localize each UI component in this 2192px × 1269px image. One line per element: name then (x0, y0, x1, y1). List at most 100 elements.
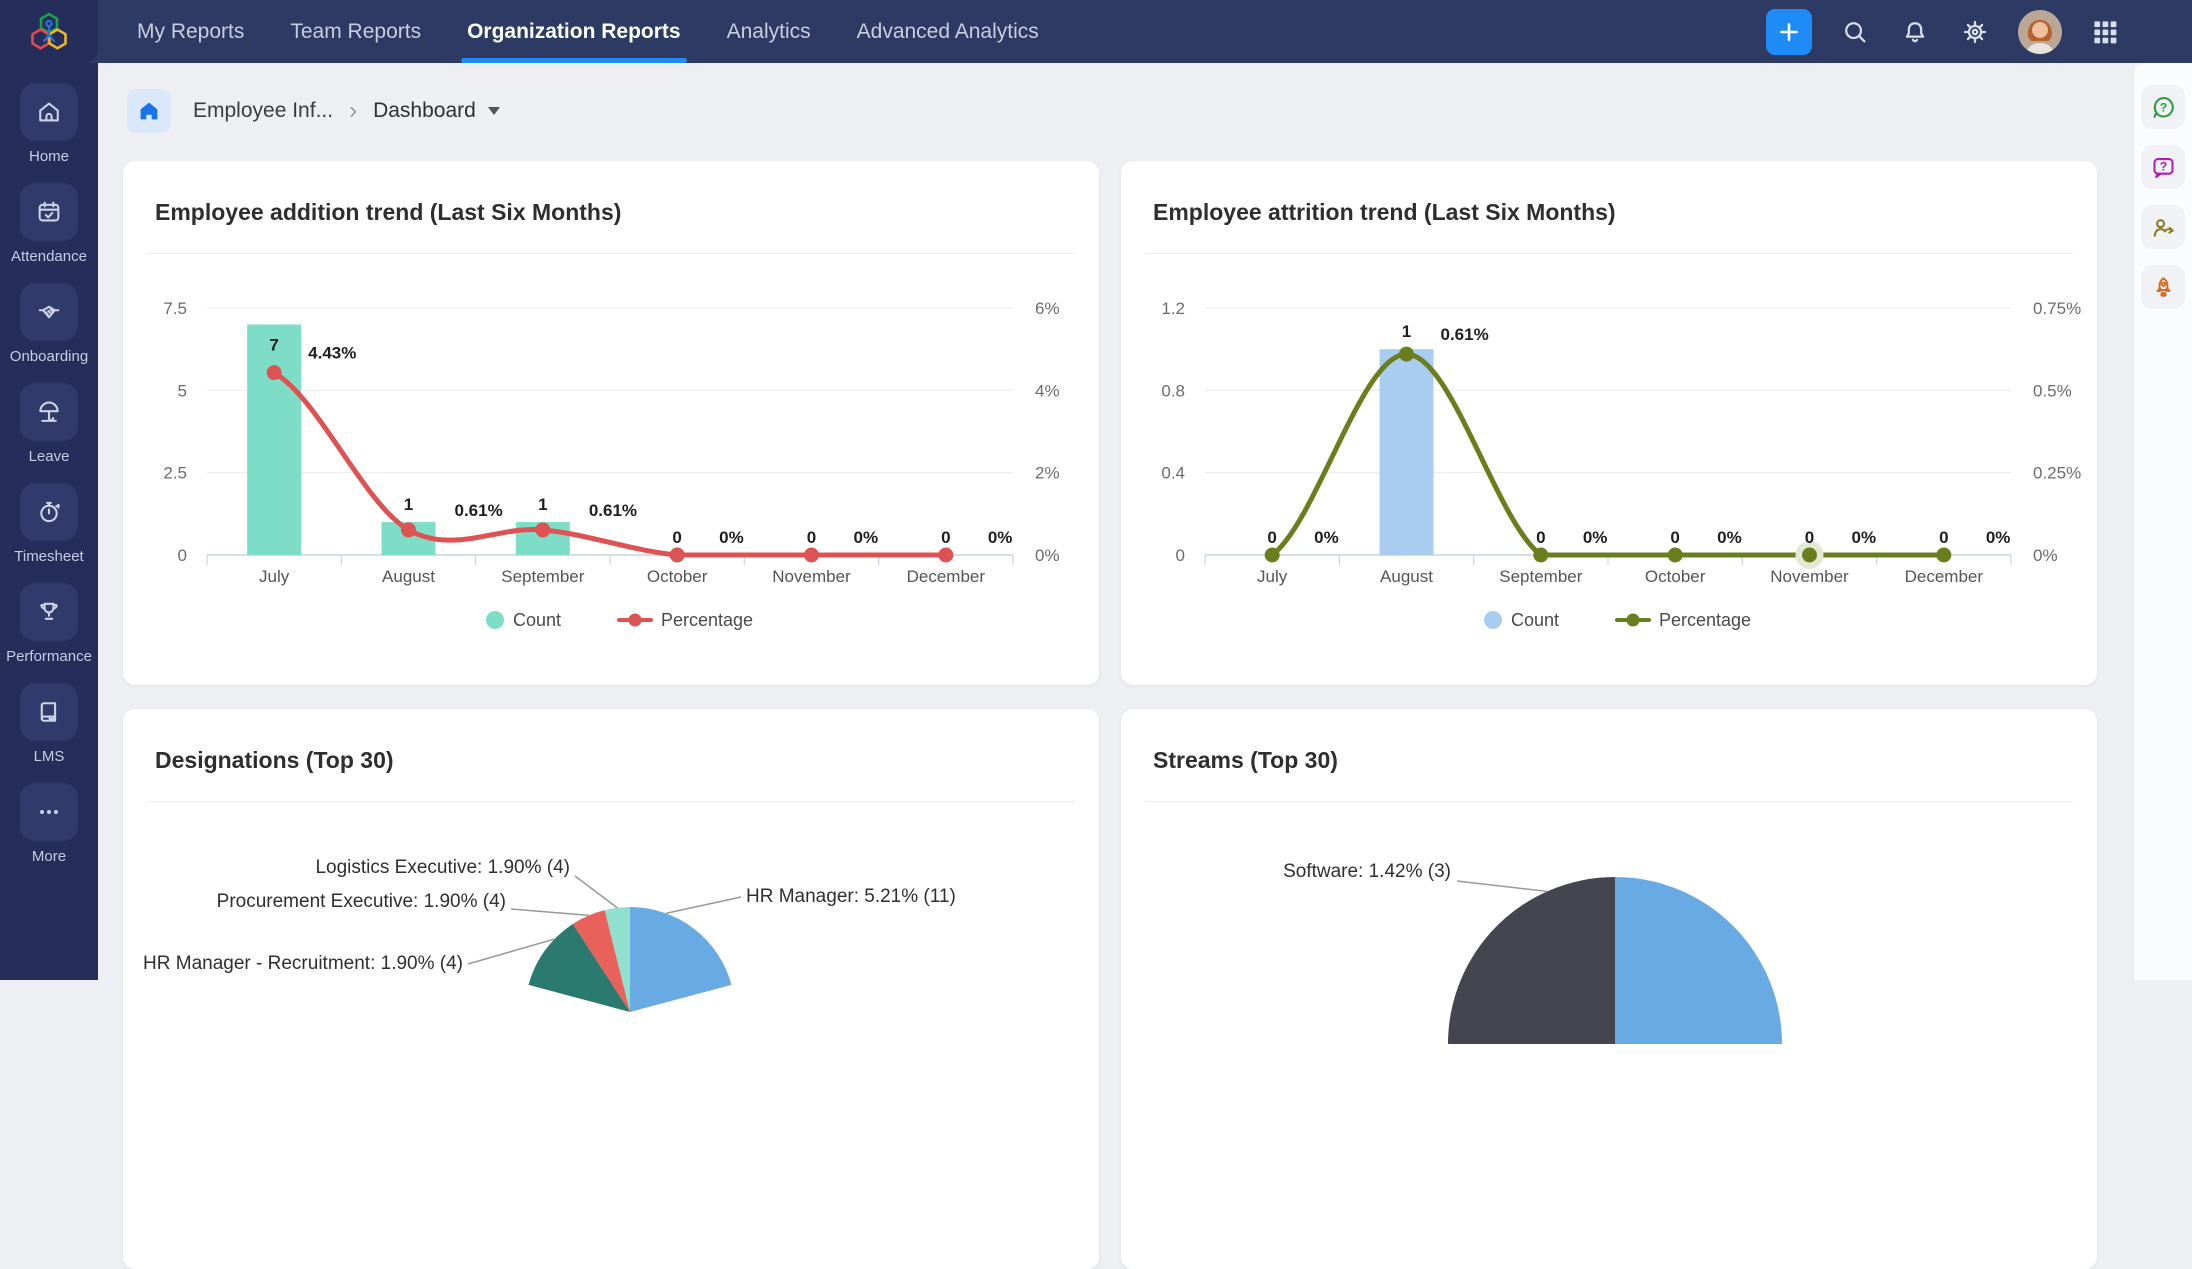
svg-text:HR Manager - Recruitment: 1.90: HR Manager - Recruitment: 1.90% (4) (143, 953, 463, 974)
svg-text:4.43%: 4.43% (308, 344, 356, 363)
point-october[interactable] (1668, 548, 1683, 563)
employee-attrition-trend-chart[interactable]: 00%0.40.25%0.80.5%1.20.75%JulyAugustSept… (1121, 161, 2097, 685)
sidebar-item-label: Leave (29, 448, 70, 465)
sidebar-item-timesheet[interactable]: Timesheet (14, 483, 83, 565)
svg-text:?: ? (2159, 100, 2167, 114)
employee-attrition-trend-card: Employee attrition trend (Last Six Month… (1121, 161, 2097, 685)
sidebar-item-attendance[interactable]: Attendance (11, 183, 87, 265)
svg-text:0: 0 (1536, 528, 1545, 547)
svg-text:0%: 0% (854, 528, 879, 547)
svg-text:0%: 0% (2033, 546, 2058, 565)
zoho-people-logo[interactable] (0, 0, 98, 63)
callout-line (511, 909, 589, 915)
point-july[interactable] (1265, 548, 1280, 563)
apps-menu-button[interactable] (2088, 15, 2122, 49)
search-button[interactable] (1838, 15, 1872, 49)
faq-button[interactable]: ? (2141, 145, 2185, 189)
svg-text:0.75%: 0.75% (2033, 299, 2081, 318)
point-september[interactable] (1533, 548, 1548, 563)
callout-line (1457, 881, 1547, 891)
tab-label: Team Reports (290, 20, 421, 44)
svg-text:November: November (772, 567, 851, 586)
svg-text:August: August (1380, 567, 1433, 586)
ellipsis-icon (35, 798, 63, 826)
help-chat-icon: ? (2150, 94, 2177, 121)
apps-grid-icon (2090, 17, 2120, 47)
referral-button[interactable] (2141, 205, 2185, 249)
svg-text:0%: 0% (719, 528, 744, 547)
tab-label: My Reports (137, 20, 244, 44)
card-title: Streams (Top 30) (1153, 747, 1338, 774)
legend-percentage[interactable]: Percentage (1617, 610, 1751, 630)
sidebar-item-performance[interactable]: Performance (6, 583, 92, 665)
legend-count[interactable]: Count (1484, 610, 1559, 630)
breadcrumb-module[interactable]: Employee Inf... (193, 99, 333, 123)
point-september[interactable] (535, 522, 550, 537)
streams-pie-chart[interactable]: Software: 1.42% (3) (1121, 709, 2097, 1269)
bar-august[interactable] (1380, 349, 1434, 555)
breadcrumb-page-dropdown[interactable]: Dashboard (373, 99, 500, 123)
sidebar-item-leave[interactable]: Leave (20, 383, 78, 465)
svg-text:0.4: 0.4 (1161, 464, 1185, 483)
breadcrumb-home-button[interactable] (127, 89, 171, 133)
notifications-button[interactable] (1898, 15, 1932, 49)
svg-text:Percentage: Percentage (661, 610, 753, 630)
referral-icon (2150, 214, 2177, 241)
point-july[interactable] (267, 365, 282, 380)
sidebar-item-lms[interactable]: LMS (20, 683, 78, 765)
svg-text:September: September (1499, 567, 1582, 586)
svg-text:?: ? (2159, 159, 2167, 173)
settings-button[interactable] (1958, 15, 1992, 49)
streams-card: Streams (Top 30) Software: 1.42% (3) (1121, 709, 2097, 1269)
designations-pie-chart[interactable]: HR Manager: 5.21% (11) Logistics Executiv… (123, 709, 1099, 1269)
svg-text:0.5%: 0.5% (2033, 381, 2072, 400)
point-august[interactable] (401, 522, 416, 537)
pie-slice-software[interactable] (1448, 877, 1615, 1044)
sidebar-tile (20, 583, 78, 641)
pie-slice-hr-manager[interactable] (630, 907, 731, 1012)
svg-text:0%: 0% (988, 528, 1013, 547)
svg-text:0%: 0% (1035, 546, 1060, 565)
svg-text:December: December (1905, 567, 1984, 586)
sidebar-item-label: Onboarding (10, 348, 88, 365)
tab-analytics[interactable]: Analytics (727, 0, 811, 63)
point-november[interactable] (1802, 548, 1817, 563)
whats-new-button[interactable] (2141, 265, 2185, 309)
point-october[interactable] (670, 548, 685, 563)
point-august[interactable] (1399, 347, 1414, 362)
active-tab-underline (461, 58, 687, 63)
sidebar-item-label: Home (29, 148, 69, 165)
sidebar-tile (20, 283, 78, 341)
bar-july[interactable] (247, 324, 301, 555)
profile-avatar[interactable] (2018, 10, 2062, 54)
tab-my-reports[interactable]: My Reports (137, 0, 244, 63)
legend-percentage[interactable]: Percentage (619, 610, 753, 630)
tab-team-reports[interactable]: Team Reports (290, 0, 421, 63)
point-december[interactable] (1936, 548, 1951, 563)
pie-slice-unlabeled[interactable] (1615, 877, 1782, 1044)
sidebar-tile (20, 83, 78, 141)
percentage-line (274, 373, 946, 555)
tab-organization-reports[interactable]: Organization Reports (467, 0, 681, 63)
point-november[interactable] (804, 548, 819, 563)
svg-text:0: 0 (1267, 528, 1276, 547)
breadcrumb-page-label: Dashboard (373, 99, 476, 123)
sidebar-item-more[interactable]: More (20, 783, 78, 865)
tab-advanced-analytics[interactable]: Advanced Analytics (857, 0, 1039, 63)
svg-text:0: 0 (178, 546, 187, 565)
svg-text:0.61%: 0.61% (1441, 325, 1489, 344)
svg-text:2%: 2% (1035, 464, 1060, 483)
help-button[interactable]: ? (2141, 85, 2185, 129)
breadcrumb: Employee Inf... › Dashboard (127, 89, 500, 133)
legend-count[interactable]: Count (486, 610, 561, 630)
sidebar-item-onboarding[interactable]: Onboarding (10, 283, 88, 365)
point-december[interactable] (938, 548, 953, 563)
calendar-check-icon (35, 198, 63, 226)
create-button[interactable] (1766, 9, 1812, 55)
sidebar-item-home[interactable]: Home (20, 83, 78, 165)
employee-addition-trend-chart[interactable]: 00%2.52%54%7.56%JulyAugustSeptemberOctob… (123, 161, 1099, 685)
svg-text:Logistics Executive: 1.90% (4): Logistics Executive: 1.90% (4) (315, 857, 570, 878)
svg-text:HR Manager: 5.21% (11): HR Manager: 5.21% (11) (746, 886, 956, 907)
home-icon (35, 98, 63, 126)
top-navigation: My Reports Team Reports Organization Repor… (0, 0, 2192, 63)
